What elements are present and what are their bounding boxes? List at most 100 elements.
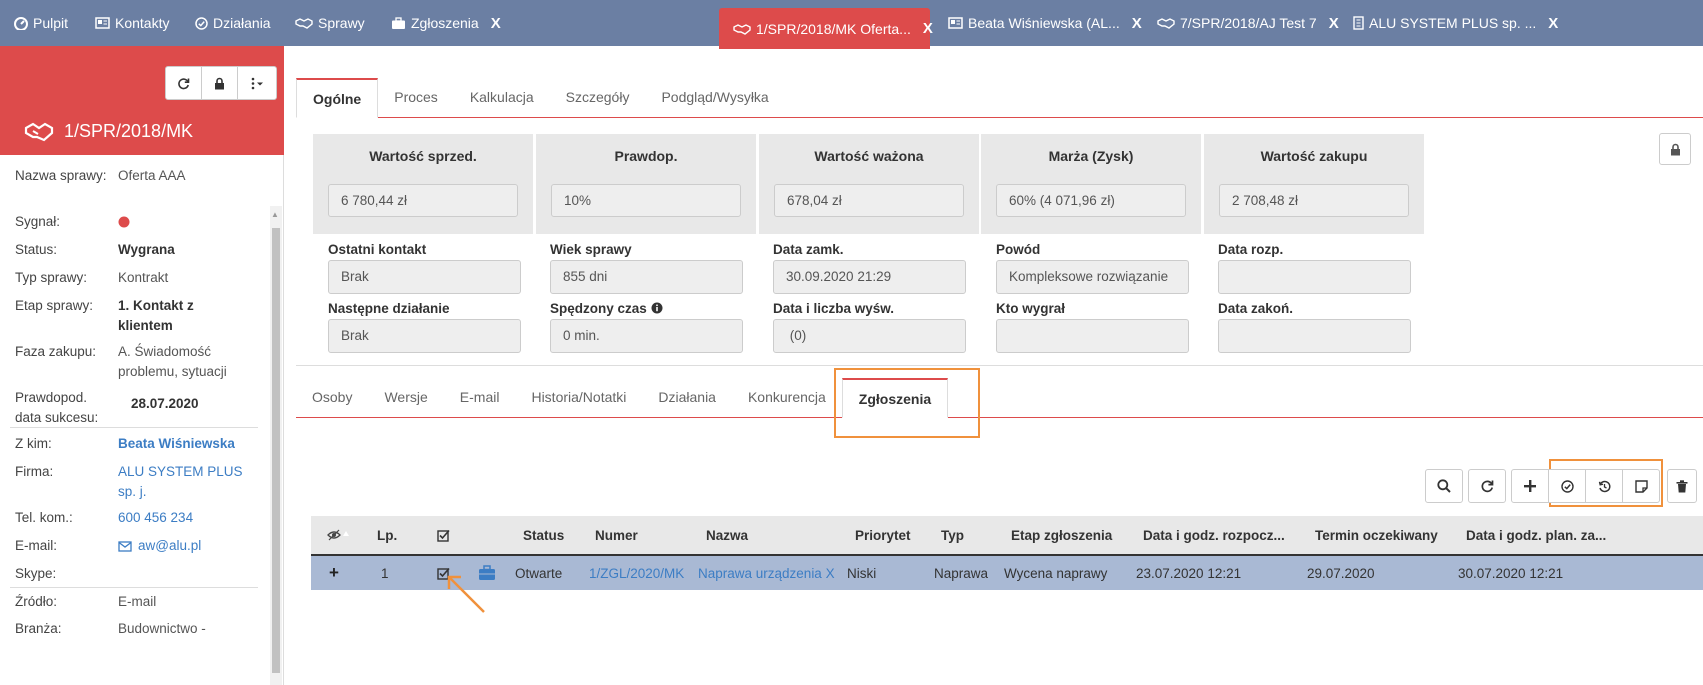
kpi-label: Marża (Zysk) [1048,148,1134,164]
row-expected-date: 29.07.2020 [1307,565,1375,581]
field-value: Kontrakt [118,270,169,285]
check-circle-icon [1560,479,1574,493]
tab-ogolne[interactable]: Ogólne [296,78,379,118]
tab-konkurencja[interactable]: Konkurencja [732,377,842,417]
sidebar-scrollbar[interactable]: ▲ [270,206,282,685]
search-button[interactable] [1425,469,1463,503]
tab-osoby[interactable]: Osoby [296,377,368,417]
column-etap[interactable]: Etap zgłoszenia [1011,516,1112,554]
field-label: Następne działanie [328,300,450,316]
refresh-button[interactable] [166,67,202,99]
record-title: 1/SPR/2018/MK [24,120,193,142]
field-label: Data rozp. [1218,241,1284,257]
tab-pulpit[interactable]: Pulpit [14,0,68,46]
delete-button[interactable] [1667,469,1697,503]
close-tab-button[interactable]: X [1132,15,1142,32]
tab-proces[interactable]: Proces [378,77,454,117]
lock-icon [215,77,224,89]
refresh-icon [178,77,190,89]
tab-case-1-spr-2018-mk[interactable]: 1/SPR/2018/MK Oferta... X [719,8,933,49]
kpi-sale-value: Wartość sprzed. 6 780,44 zł [313,134,533,234]
handshake-icon [733,23,751,35]
history-icon [1598,480,1610,492]
column-status[interactable]: Status [523,516,564,554]
note-button[interactable] [1622,469,1660,503]
tab-contact-beata[interactable]: Beata Wiśniewska (AL... X [948,0,1142,46]
field-input [996,319,1189,353]
expand-row-button[interactable]: + [329,556,339,590]
tab-kontakty[interactable]: Kontakty [95,0,169,46]
row-type: Naprawa [934,565,989,581]
tab-szczegoly[interactable]: Szczegóły [550,77,646,117]
lock-record-button[interactable] [1659,133,1691,165]
contact-link[interactable]: Beata Wiśniewska [118,434,258,454]
field-label: Status: [15,242,58,257]
annotation-arrow [444,572,488,616]
close-tab-button[interactable]: X [1548,15,1558,32]
refresh-grid-button[interactable] [1468,469,1506,503]
tab-company-alu[interactable]: ALU SYSTEM PLUS sp. ... X [1353,0,1558,46]
tab-dzialania[interactable]: Działania [642,377,732,417]
tab-label: ALU SYSTEM PLUS sp. ... [1369,15,1537,31]
column-select-all[interactable] [437,516,450,554]
add-button[interactable] [1511,469,1549,503]
kpi-value: 10% [551,184,741,217]
column-lp[interactable]: Lp. [377,516,397,554]
field-label: Nazwa sprawy: [15,168,107,183]
column-nazwa[interactable]: Nazwa [706,516,748,554]
tab-wersje[interactable]: Wersje [368,377,443,417]
close-tab-button[interactable]: X [491,15,501,32]
kpi-label: Wartość ważona [814,148,924,164]
more-options-button[interactable] [238,67,276,99]
tab-email[interactable]: E-mail [444,377,516,417]
column-numer[interactable]: Numer [595,516,638,554]
close-tab-button[interactable]: X [923,20,933,37]
tab-label: Pulpit [33,15,69,31]
phone-link[interactable]: 600 456 234 [118,508,258,528]
company-link[interactable]: ALU SYSTEM PLUS sp. j. [118,462,248,502]
field-input: Brak [328,260,521,294]
related-tabs: Osoby Wersje E-mail Historia/Notatki Dzi… [296,366,1703,418]
column-expected-date[interactable]: Termin oczekiwany [1315,516,1438,554]
refresh-icon [1481,480,1494,493]
info-icon[interactable] [651,302,663,314]
tab-kalkulacja[interactable]: Kalkulacja [454,77,550,117]
field-time-spent: Spędzony czas 0 min. [550,299,750,353]
ticket-number-link[interactable]: 1/ZGL/2020/MK [589,556,684,590]
column-priorytet[interactable]: Priorytet [855,516,911,554]
scroll-thumb[interactable] [272,228,280,673]
field-label: Branża: [15,621,62,636]
eye-slash-icon [327,529,349,541]
complete-button[interactable] [1548,469,1586,503]
field-label: Faza zakupu: [15,344,97,359]
close-tab-button[interactable]: X [1329,15,1339,32]
dashboard-icon [14,16,28,30]
tab-sprawy[interactable]: Sprawy [295,0,365,46]
tab-case-7-spr-2018-aj[interactable]: 7/SPR/2018/AJ Test 7 X [1157,0,1339,46]
column-planned-date[interactable]: Data i godz. plan. za... [1466,516,1606,554]
record-sidebar: 1/SPR/2018/MK Nazwa sprawy: Oferta AAA Sy… [0,46,284,685]
field-label: Wiek sprawy [550,241,632,257]
trash-icon [1676,479,1688,492]
field-value: Oferta AAA [118,168,186,183]
ticket-name-link[interactable]: Naprawa urządzenia X [698,556,835,590]
kpi-weighted-value: Wartość ważona 678,04 zł [759,134,979,234]
column-visibility-toggle[interactable] [327,516,349,554]
field-label: Etap sprawy: [15,298,94,313]
tab-zgloszenia[interactable]: Zgłoszenia X [391,0,501,46]
contact-card-icon [95,17,110,29]
table-row[interactable]: + 1 Otwarte 1/ZGL/2020/MK Naprawa urządz… [311,556,1703,590]
lock-button[interactable] [202,67,238,99]
email-link[interactable]: aw@alu.pl [138,536,201,556]
tab-dzialania[interactable]: Działania [195,0,271,46]
action-button-group [1511,469,1660,503]
field-next-action: Następne działanie Brak [328,299,528,353]
history-button[interactable] [1585,469,1623,503]
row-planned-date: 30.07.2020 12:21 [1458,565,1564,581]
tab-historia-notatki[interactable]: Historia/Notatki [515,377,642,417]
tab-podglad-wysylka[interactable]: Podgląd/Wysyłka [645,77,784,117]
tab-label: Beata Wiśniewska (AL... [968,15,1120,31]
top-navigation: Pulpit Kontakty Działania Sprawy Zgłosze… [0,0,1703,49]
column-start-date[interactable]: Data i godz. rozpocz... [1143,516,1285,554]
column-typ[interactable]: Typ [941,516,964,554]
